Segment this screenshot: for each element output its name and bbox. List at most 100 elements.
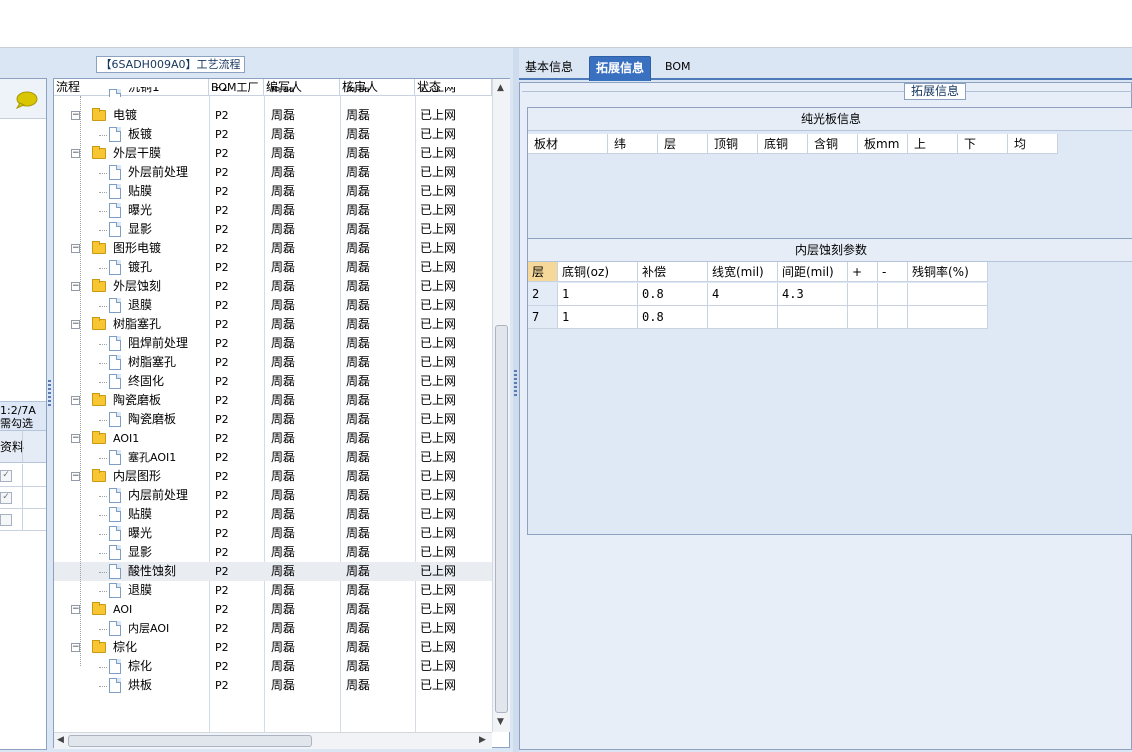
scroll-left-icon[interactable]: ◀ — [57, 735, 64, 745]
splitter-handle-right[interactable] — [514, 370, 517, 396]
collapse-toggle-icon[interactable]: − — [71, 282, 80, 291]
collapse-toggle-icon[interactable]: − — [71, 244, 80, 253]
tree-step-row[interactable]: 沉铜1 P2 周磊 周磊 已上网 — [54, 87, 492, 97]
tree-connector — [99, 686, 107, 687]
bare-board-col-header[interactable]: 底铜 — [758, 134, 808, 154]
collapse-toggle-icon[interactable]: − — [71, 149, 80, 158]
horizontal-scrollbar[interactable]: ◀ ▶ — [54, 732, 492, 749]
tree-group-row[interactable]: − AOI1 P2 周磊 周磊 已上网 — [54, 429, 492, 448]
reviewer-cell: 周磊 — [346, 298, 371, 312]
inner-etch-col-header[interactable]: 层 — [528, 262, 558, 282]
tab-basic-info[interactable]: 基本信息 — [519, 56, 579, 80]
tree-step-row[interactable]: 内层前处理 P2 周磊 周磊 已上网 — [54, 486, 492, 505]
inner-etch-cell[interactable] — [878, 283, 908, 306]
inner-etch-col-header[interactable]: 间距(mil) — [778, 262, 848, 282]
tree-group-row[interactable]: − AOI P2 周磊 周磊 已上网 — [54, 600, 492, 619]
tree-step-row[interactable]: 贴膜 P2 周磊 周磊 已上网 — [54, 505, 492, 524]
left-grid-row[interactable]: ✓ — [0, 486, 46, 509]
inner-etch-cell[interactable]: 1 — [558, 306, 638, 329]
left-grid-row[interactable]: ✓ — [0, 464, 46, 487]
row-checkbox[interactable] — [0, 514, 12, 526]
tree-step-row[interactable]: 棕化 P2 周磊 周磊 已上网 — [54, 657, 492, 676]
collapse-toggle-icon[interactable]: − — [71, 111, 80, 120]
tree-step-row[interactable]: 树脂塞孔 P2 周磊 周磊 已上网 — [54, 353, 492, 372]
inner-etch-cell[interactable] — [908, 283, 988, 306]
collapse-toggle-icon[interactable]: − — [71, 472, 80, 481]
layer-cell[interactable]: 2 — [528, 283, 558, 306]
inner-etch-cell[interactable]: 0.8 — [638, 306, 708, 329]
inner-etch-cell[interactable]: 0.8 — [638, 283, 708, 306]
inner-etch-col-header[interactable]: 底铜(oz) — [558, 262, 638, 282]
tree-step-row[interactable]: 显影 P2 周磊 周磊 已上网 — [54, 220, 492, 239]
tree-step-row[interactable]: 酸性蚀刻 P2 周磊 周磊 已上网 — [54, 562, 492, 581]
scroll-down-icon[interactable]: ▼ — [497, 717, 504, 727]
bare-board-col-header[interactable]: 含铜 — [808, 134, 858, 154]
inner-etch-cell[interactable]: 4.3 — [778, 283, 848, 306]
tree-step-row[interactable]: 贴膜 P2 周磊 周磊 已上网 — [54, 182, 492, 201]
tree-group-row[interactable]: − 棕化 P2 周磊 周磊 已上网 — [54, 638, 492, 657]
tree-step-row[interactable]: 曝光 P2 周磊 周磊 已上网 — [54, 524, 492, 543]
inner-etch-cell[interactable] — [848, 306, 878, 329]
collapse-toggle-icon[interactable]: − — [71, 320, 80, 329]
tree-group-row[interactable]: − 图形电镀 P2 周磊 周磊 已上网 — [54, 239, 492, 258]
tab-extended-info[interactable]: 拓展信息 — [589, 56, 652, 81]
tree-step-row[interactable]: 内层AOI P2 周磊 周磊 已上网 — [54, 619, 492, 638]
inner-etch-cell[interactable] — [878, 306, 908, 329]
inner-etch-col-header[interactable]: - — [878, 262, 908, 282]
bare-board-col-header[interactable]: 上 — [908, 134, 958, 154]
reviewer-cell: 周磊 — [346, 450, 371, 464]
collapse-toggle-icon[interactable]: − — [71, 396, 80, 405]
vertical-scroll-thumb[interactable] — [495, 325, 508, 713]
tree-step-row[interactable]: 板镀 P2 周磊 周磊 已上网 — [54, 125, 492, 144]
inner-etch-cell[interactable] — [848, 283, 878, 306]
inner-etch-col-header[interactable]: 残铜率(%) — [908, 262, 988, 282]
tree-step-row[interactable]: 退膜 P2 周磊 周磊 已上网 — [54, 581, 492, 600]
scroll-up-icon[interactable]: ▲ — [497, 83, 504, 93]
inner-etch-cell[interactable]: 1 — [558, 283, 638, 306]
tree-step-row[interactable]: 显影 P2 周磊 周磊 已上网 — [54, 543, 492, 562]
tree-connector — [99, 572, 107, 573]
tree-step-row[interactable]: 曝光 P2 周磊 周磊 已上网 — [54, 201, 492, 220]
inner-etch-cell[interactable] — [708, 306, 778, 329]
tree-step-row[interactable]: 塞孔AOI1 P2 周磊 周磊 已上网 — [54, 448, 492, 467]
inner-etch-cell[interactable] — [908, 306, 988, 329]
tree-group-row[interactable]: − 陶瓷磨板 P2 周磊 周磊 已上网 — [54, 391, 492, 410]
tree-step-row[interactable]: 外层前处理 P2 周磊 周磊 已上网 — [54, 163, 492, 182]
row-checkbox[interactable]: ✓ — [0, 470, 12, 482]
chat-bubble-icon[interactable] — [14, 91, 38, 109]
inner-etch-col-header[interactable]: + — [848, 262, 878, 282]
tree-group-row[interactable]: − 外层蚀刻 P2 周磊 周磊 已上网 — [54, 277, 492, 296]
tree-group-row[interactable]: − 电镀 P2 周磊 周磊 已上网 — [54, 106, 492, 125]
tab-bom[interactable]: BOM — [659, 56, 697, 80]
inner-etch-col-header[interactable]: 补偿 — [638, 262, 708, 282]
tree-step-row[interactable]: 终固化 P2 周磊 周磊 已上网 — [54, 372, 492, 391]
bare-board-col-header[interactable]: 下 — [958, 134, 1008, 154]
horizontal-scroll-thumb[interactable] — [68, 735, 312, 747]
row-checkbox[interactable]: ✓ — [0, 492, 12, 504]
bare-board-col-header[interactable]: 板mm — [858, 134, 908, 154]
bare-board-col-header[interactable]: 均 — [1008, 134, 1058, 154]
bare-board-col-header[interactable]: 顶铜 — [708, 134, 758, 154]
bare-board-col-header[interactable]: 纬 — [608, 134, 658, 154]
collapse-toggle-icon[interactable]: − — [71, 605, 80, 614]
vertical-scrollbar[interactable]: ▲ ▼ — [492, 79, 510, 732]
tree-step-row[interactable]: 镀孔 P2 周磊 周磊 已上网 — [54, 258, 492, 277]
layer-cell[interactable]: 7 — [528, 306, 558, 329]
tree-group-row[interactable]: − 树脂塞孔 P2 周磊 周磊 已上网 — [54, 315, 492, 334]
bare-board-col-header[interactable]: 板材 — [528, 134, 608, 154]
tree-step-row[interactable]: 阻焊前处理 P2 周磊 周磊 已上网 — [54, 334, 492, 353]
tree-step-row[interactable]: 陶瓷磨板 P2 周磊 周磊 已上网 — [54, 410, 492, 429]
tree-group-row[interactable]: − 内层图形 P2 周磊 周磊 已上网 — [54, 467, 492, 486]
splitter-handle-left[interactable] — [48, 380, 51, 406]
tree-step-row[interactable]: 烘板 P2 周磊 周磊 已上网 — [54, 676, 492, 695]
inner-etch-cell[interactable] — [778, 306, 848, 329]
tree-group-row[interactable]: − 外层干膜 P2 周磊 周磊 已上网 — [54, 144, 492, 163]
bare-board-col-header[interactable]: 层 — [658, 134, 708, 154]
collapse-toggle-icon[interactable]: − — [71, 643, 80, 652]
left-grid-row[interactable] — [0, 508, 46, 531]
inner-etch-col-header[interactable]: 线宽(mil) — [708, 262, 778, 282]
tree-step-row[interactable]: 退膜 P2 周磊 周磊 已上网 — [54, 296, 492, 315]
collapse-toggle-icon[interactable]: − — [71, 434, 80, 443]
inner-etch-cell[interactable]: 4 — [708, 283, 778, 306]
scroll-right-icon[interactable]: ▶ — [479, 735, 486, 745]
